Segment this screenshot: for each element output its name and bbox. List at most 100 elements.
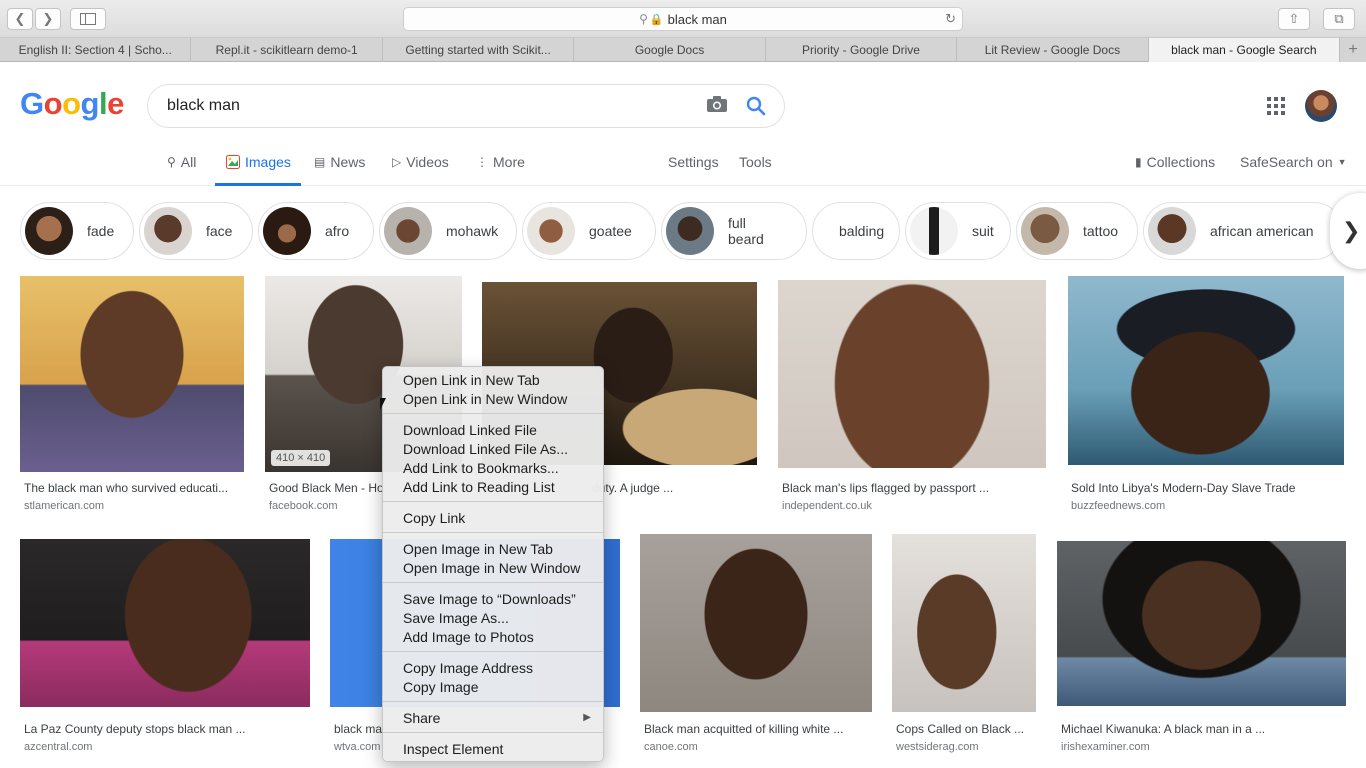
tab-english[interactable]: English II: Section 4 | Scho... [0, 38, 192, 62]
menu-open-image-new-window[interactable]: Open Image in New Window [383, 558, 603, 577]
back-button[interactable]: ❮ [7, 8, 33, 30]
menu-open-link-new-window[interactable]: Open Link in New Window [383, 389, 603, 408]
settings-link[interactable]: Settings [668, 154, 719, 170]
google-logo[interactable]: Google [20, 86, 124, 122]
collections-link[interactable]: ▮ Collections [1135, 154, 1215, 170]
forward-button[interactable]: ❯ [35, 8, 61, 30]
result-title[interactable]: Good Black Men - Ho [269, 481, 384, 495]
logo-letter: o [43, 86, 63, 121]
tab-scikit[interactable]: Getting started with Scikit... [383, 38, 575, 62]
chip-label: tattoo [1083, 223, 1119, 239]
result-title[interactable]: The black man who survived educati... [24, 481, 244, 495]
address-bar[interactable]: ⚲ 🔒 black man ↻ [403, 7, 963, 31]
result-title[interactable]: Black man acquitted of killing white ... [644, 722, 872, 736]
sidebar-button[interactable] [70, 8, 106, 30]
tab-videos[interactable]: ▷ Videos [392, 154, 449, 170]
result-title[interactable]: Black man's lips flagged by passport ... [782, 481, 1042, 495]
chip-afro[interactable]: afro [258, 202, 374, 260]
result-thumbnail[interactable] [20, 539, 310, 707]
menu-separator [383, 413, 603, 414]
chip-mohawk[interactable]: mohawk [379, 202, 517, 260]
result-thumbnail[interactable] [1068, 276, 1344, 465]
chip-balding[interactable]: balding [812, 202, 900, 260]
result-title[interactable]: Cops Called on Black ... [896, 722, 1036, 736]
result-source: stlamerican.com [24, 500, 105, 512]
logo-letter: g [80, 86, 100, 121]
menu-download-linked-file[interactable]: Download Linked File [383, 420, 603, 439]
menu-add-link-bookmarks[interactable]: Add Link to Bookmarks... [383, 458, 603, 477]
search-nav: ⚲ All Images ▤ News ▷ Videos ⋮ More Settings… [0, 140, 1366, 186]
result-source: irishexaminer.com [1061, 741, 1150, 753]
new-tab-button[interactable]: + [1340, 38, 1366, 62]
result-thumbnail[interactable] [778, 280, 1046, 468]
menu-add-image-photos[interactable]: Add Image to Photos [383, 627, 603, 646]
menu-separator [383, 532, 603, 533]
chip-thumbnail [666, 207, 714, 255]
tab-all[interactable]: ⚲ All [167, 154, 196, 170]
share-button[interactable]: ⇧ [1278, 8, 1310, 30]
result-title[interactable]: black ma [334, 722, 384, 736]
menu-open-link-new-tab[interactable]: Open Link in New Tab [383, 370, 603, 389]
chip-thumbnail [25, 207, 73, 255]
image-result[interactable]: Michael Kiwanuka: A black man in a ... i… [1057, 541, 1346, 757]
search-icon[interactable] [746, 96, 766, 116]
tab-lit-review[interactable]: Lit Review - Google Docs [957, 38, 1149, 62]
camera-icon[interactable] [707, 96, 727, 112]
result-title[interactable]: duty. A judge ... [592, 481, 752, 495]
chip-african-american[interactable]: african american [1143, 202, 1343, 260]
menu-save-image-as[interactable]: Save Image As... [383, 608, 603, 627]
tab-all-label: All [180, 154, 197, 170]
tab-replit[interactable]: Repl.it - scikitlearn demo-1 [191, 38, 383, 62]
show-tabs-button[interactable]: ⧉ [1323, 8, 1355, 30]
chevron-left-icon: ❮ [14, 11, 26, 26]
apps-grid-icon[interactable] [1267, 97, 1285, 115]
result-thumbnail[interactable] [640, 534, 872, 712]
tab-news[interactable]: ▤ News [314, 154, 365, 170]
menu-inspect-element[interactable]: Inspect Element [383, 739, 603, 758]
menu-add-link-reading-list[interactable]: Add Link to Reading List [383, 477, 603, 496]
avatar[interactable] [1305, 90, 1337, 122]
result-title[interactable]: Sold Into Libya's Modern-Day Slave Trade [1071, 481, 1341, 495]
tab-more[interactable]: ⋮ More [476, 154, 525, 170]
result-source: independent.co.uk [782, 500, 872, 512]
chip-goatee[interactable]: goatee [522, 202, 656, 260]
chip-face[interactable]: face [139, 202, 253, 260]
menu-separator [383, 582, 603, 583]
chip-label: african american [1210, 223, 1314, 239]
chip-suit[interactable]: suit [905, 202, 1011, 260]
image-result[interactable]: Black man acquitted of killing white ...… [640, 534, 872, 757]
menu-share[interactable]: Share ▶ [383, 708, 603, 727]
image-result[interactable]: Sold Into Libya's Modern-Day Slave Trade… [1068, 276, 1344, 516]
collections-label: Collections [1146, 154, 1216, 170]
result-thumbnail[interactable] [1057, 541, 1346, 706]
result-title[interactable]: La Paz County deputy stops black man ... [24, 722, 309, 736]
menu-copy-link[interactable]: Copy Link [383, 508, 603, 527]
search-input[interactable]: black man [147, 84, 785, 128]
tab-google-search[interactable]: black man - Google Search [1148, 38, 1341, 62]
menu-save-image-downloads[interactable]: Save Image to “Downloads” [383, 589, 603, 608]
image-result[interactable]: La Paz County deputy stops black man ...… [20, 539, 310, 757]
chip-full-beard[interactable]: full beard [661, 202, 807, 260]
context-menu: Open Link in New Tab Open Link in New Wi… [382, 366, 604, 762]
image-result[interactable]: Cops Called on Black ... westsiderag.com [892, 534, 1036, 757]
menu-download-linked-file-as[interactable]: Download Linked File As... [383, 439, 603, 458]
image-result[interactable]: Black man's lips flagged by passport ...… [778, 280, 1046, 516]
tab-priority-drive[interactable]: Priority - Google Drive [766, 38, 958, 62]
result-thumbnail[interactable] [20, 276, 244, 472]
safesearch-toggle[interactable]: SafeSearch on ▼ [1240, 154, 1347, 170]
image-result[interactable]: The black man who survived educati... st… [20, 276, 244, 516]
tab-google-docs[interactable]: Google Docs [574, 38, 766, 62]
menu-copy-image-address[interactable]: Copy Image Address [383, 658, 603, 677]
result-title[interactable]: Michael Kiwanuka: A black man in a ... [1061, 722, 1346, 736]
reload-icon[interactable]: ↻ [945, 11, 956, 27]
sidebar-icon [80, 13, 96, 25]
tabs-overview-icon: ⧉ [1334, 11, 1344, 26]
menu-open-image-new-tab[interactable]: Open Image in New Tab [383, 539, 603, 558]
menu-copy-image[interactable]: Copy Image [383, 677, 603, 696]
chip-fade[interactable]: fade [20, 202, 134, 260]
tab-images[interactable]: Images [226, 154, 291, 170]
chip-label: fade [87, 223, 115, 239]
result-thumbnail[interactable] [892, 534, 1036, 712]
tools-link[interactable]: Tools [739, 154, 772, 170]
chip-tattoo[interactable]: tattoo [1016, 202, 1138, 260]
